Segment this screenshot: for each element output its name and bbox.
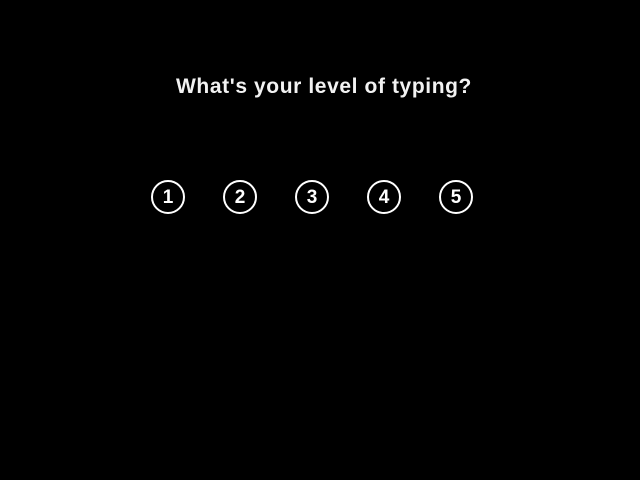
survey-screen: What's your level of typing? 1 2 3 4 5 — [0, 0, 640, 480]
rating-option-1[interactable]: 1 — [151, 180, 185, 214]
question-text: What's your level of typing? — [176, 75, 472, 98]
rating-option-5[interactable]: 5 — [439, 180, 473, 214]
rating-option-label: 2 — [234, 186, 246, 208]
rating-option-3[interactable]: 3 — [295, 180, 329, 214]
rating-option-4[interactable]: 4 — [367, 180, 401, 214]
rating-option-2[interactable]: 2 — [223, 180, 257, 214]
rating-option-label: 4 — [378, 186, 390, 208]
rating-option-label: 5 — [450, 186, 462, 208]
rating-options: 1 2 3 4 5 — [151, 180, 473, 214]
rating-option-label: 1 — [162, 186, 174, 208]
rating-option-label: 3 — [306, 186, 318, 208]
